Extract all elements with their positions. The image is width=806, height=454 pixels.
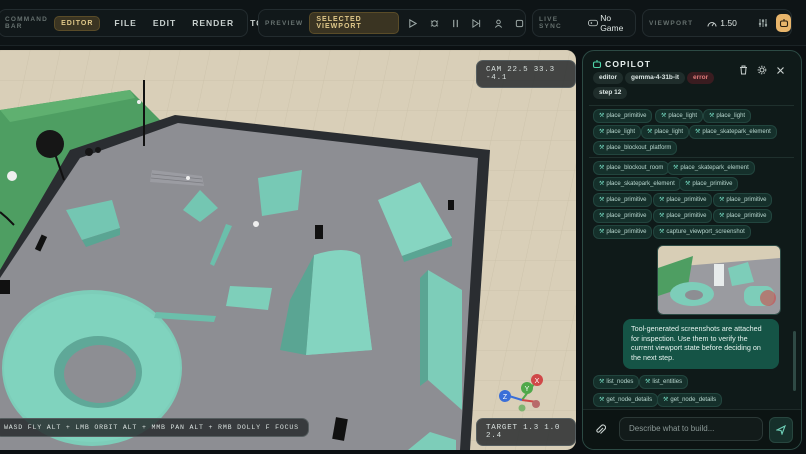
bug-icon[interactable] bbox=[428, 16, 439, 30]
tool-chip[interactable]: ⚒ place_light bbox=[593, 125, 642, 139]
command-bar: COMMAND BAR EDITOR FILE EDIT RENDER TOO bbox=[0, 9, 270, 37]
tool-chip[interactable]: ⚒ place_primitive bbox=[593, 193, 653, 207]
tool-chip[interactable]: ⚒ place_blockout_room bbox=[593, 161, 670, 175]
badge-error: error bbox=[687, 72, 715, 84]
badge-model: gemma-4-31b-it bbox=[625, 72, 686, 84]
tool-chip[interactable]: ⚒ place_primitive bbox=[593, 109, 653, 123]
tool-chip[interactable]: ⚒ list_entities bbox=[639, 375, 689, 389]
tool-chip[interactable]: ⚒ place_skatepark_element bbox=[593, 177, 681, 191]
gizmo-x-label: X bbox=[535, 378, 540, 385]
bot-icon bbox=[779, 19, 788, 28]
thumbnail-render bbox=[658, 246, 780, 314]
live-sync-value[interactable]: No Game bbox=[600, 13, 635, 33]
send-icon bbox=[776, 425, 786, 435]
trash-icon[interactable] bbox=[739, 62, 748, 80]
menu-edit[interactable]: EDIT bbox=[153, 18, 176, 28]
chat-scrollbar[interactable] bbox=[793, 331, 796, 391]
tool-divider bbox=[589, 157, 794, 158]
bench bbox=[315, 225, 323, 239]
menu-file[interactable]: FILE bbox=[114, 18, 136, 28]
play-icon[interactable] bbox=[407, 16, 418, 30]
controls-hint: WASD FLY ALT + LMB ORBIT ALT + MMB PAN A… bbox=[0, 418, 309, 437]
tool-chip[interactable]: ⚒ list_nodes bbox=[593, 375, 640, 389]
preview-label: PREVIEW bbox=[265, 19, 304, 27]
step-icon[interactable] bbox=[471, 16, 482, 30]
scene-render[interactable]: Y Z X bbox=[0, 50, 576, 450]
3d-viewport[interactable]: Y Z X CAM 22.5 33.3 -4.1 WASD FLY ALT + … bbox=[0, 50, 576, 450]
copilot-panel: COPILOT editor gemma-4-31b-it error step… bbox=[582, 50, 802, 450]
copilot-title: COPILOT bbox=[605, 59, 652, 69]
prompt-input[interactable]: Describe what to build... bbox=[619, 417, 763, 441]
camera-readout: CAM 22.5 33.3 -4.1 bbox=[476, 60, 576, 88]
preview-group: PREVIEW SELECTED VIEWPORT bbox=[258, 9, 526, 37]
badge-mode: editor bbox=[593, 72, 624, 84]
header-divider bbox=[589, 105, 794, 106]
lamp-head bbox=[36, 130, 64, 158]
bot-toggle-button[interactable] bbox=[776, 14, 791, 32]
tool-chip[interactable]: ⚒ place_primitive bbox=[653, 193, 713, 207]
assistant-message: Tool-generated screenshots are attached … bbox=[623, 319, 779, 369]
tool-chip[interactable]: ⚒ place_primitive bbox=[679, 177, 739, 191]
tool-chip[interactable]: ⚒ place_primitive bbox=[653, 209, 713, 223]
gizmo-y-label: Y bbox=[525, 386, 530, 393]
menu-render[interactable]: RENDER bbox=[192, 18, 234, 28]
box-upper bbox=[258, 170, 302, 216]
user-icon[interactable] bbox=[492, 16, 503, 30]
sliders-icon[interactable] bbox=[757, 16, 768, 30]
viewport-scale-value[interactable]: 1.50 bbox=[720, 18, 737, 28]
copilot-logo-icon bbox=[592, 60, 602, 69]
tool-chip[interactable]: ⚒ place_primitive bbox=[713, 209, 773, 223]
live-sync-label: LIVE SYNC bbox=[539, 16, 562, 30]
tool-chip[interactable]: ⚒ place_blockout_platform bbox=[593, 141, 678, 155]
stop-icon[interactable] bbox=[514, 16, 525, 30]
tool-chip[interactable]: ⚒ place_skatepark_element bbox=[689, 125, 777, 139]
live-sync-group: LIVE SYNC No Game bbox=[532, 9, 636, 37]
viewport-group: VIEWPORT 1.50 bbox=[642, 9, 792, 37]
gauge-icon bbox=[707, 16, 717, 30]
tool-chip[interactable]: ⚒ get_node_details bbox=[593, 393, 659, 407]
viewport-label: VIEWPORT bbox=[649, 19, 694, 27]
tool-chip[interactable]: ⚒ place_skatepark_element bbox=[667, 161, 755, 175]
pause-icon[interactable] bbox=[450, 16, 461, 30]
composer-bar: Describe what to build... bbox=[583, 409, 801, 449]
tool-chip[interactable]: ⚒ place_primitive bbox=[593, 225, 653, 239]
tool-chip[interactable]: ⚒ place_light bbox=[655, 109, 704, 123]
tool-chip[interactable]: ⚒ place_light bbox=[641, 125, 690, 139]
close-icon[interactable] bbox=[776, 62, 785, 80]
tool-chip[interactable]: ⚒ get_node_details bbox=[657, 393, 723, 407]
gizmo-z-label: Z bbox=[503, 394, 508, 401]
target-readout: TARGET 1.3 1.0 2.4 bbox=[476, 418, 576, 446]
top-bar: COMMAND BAR EDITOR FILE EDIT RENDER TOO … bbox=[0, 0, 806, 46]
send-button[interactable] bbox=[769, 417, 793, 443]
tool-chip[interactable]: ⚒ place_primitive bbox=[713, 193, 773, 207]
badge-step: step 12 bbox=[593, 87, 628, 99]
paperclip-icon[interactable] bbox=[595, 423, 607, 441]
tool-chip[interactable]: ⚒ place_light bbox=[703, 109, 752, 123]
gamepad-icon bbox=[588, 16, 599, 30]
gear-icon[interactable] bbox=[757, 62, 767, 80]
selected-viewport-pill[interactable]: SELECTED VIEWPORT bbox=[309, 12, 400, 34]
box-middle bbox=[226, 286, 272, 310]
tool-chip[interactable]: ⚒ capture_viewport_screenshot bbox=[653, 225, 751, 239]
command-bar-label: COMMAND BAR bbox=[5, 16, 49, 30]
tool-chip[interactable]: ⚒ place_primitive bbox=[593, 209, 653, 223]
editor-mode-pill[interactable]: EDITOR bbox=[54, 15, 101, 31]
viewport-screenshot-thumbnail[interactable] bbox=[657, 245, 781, 315]
